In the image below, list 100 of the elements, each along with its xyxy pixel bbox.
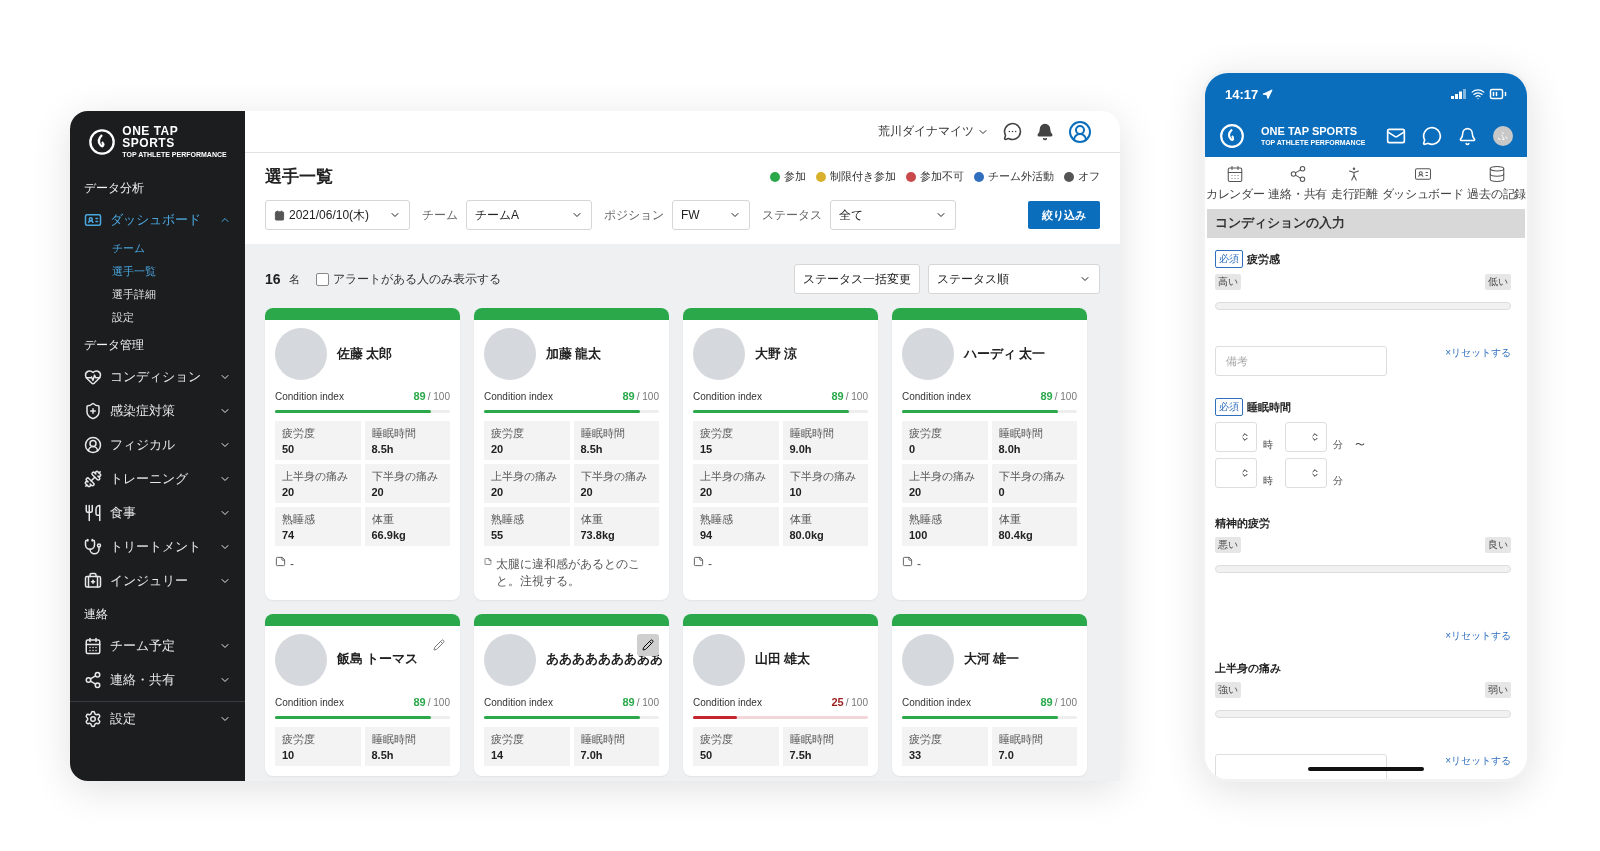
sort-select[interactable]: ステータス順 <box>928 264 1100 294</box>
player-card[interactable]: 飯島 トーマス Condition index 89 / 100 疲労度 10 睡眠時間 8.5h <box>265 613 460 776</box>
sidebar-item[interactable]: 連絡・共有 <box>70 663 245 697</box>
stat-value: 10 <box>282 748 296 761</box>
stat-value: 14 <box>491 748 505 761</box>
nav-tab[interactable]: 過去の記録 <box>1467 165 1526 203</box>
player-name: 大野 涼 <box>755 345 798 363</box>
logo-icon <box>88 127 117 156</box>
id-card-icon <box>84 211 102 229</box>
bell-icon[interactable] <box>1458 126 1477 146</box>
stat-label: 睡眠時間 <box>371 731 417 747</box>
condition-score: 89 <box>831 390 844 402</box>
sidebar-item[interactable]: トレーニング <box>70 462 245 496</box>
reset-link[interactable]: ×リセットする <box>1445 346 1511 360</box>
photo-placeholder <box>484 328 536 380</box>
player-name: ハーディ 太一 <box>964 345 1046 363</box>
mail-icon[interactable] <box>1386 126 1406 146</box>
stat-value: 0 <box>998 486 1006 498</box>
stat-value: 100 <box>909 529 929 541</box>
sidebar-item[interactable]: ダッシュボード <box>70 203 245 237</box>
nav-tab[interactable]: ダッシュボード <box>1381 165 1464 203</box>
sidebar-item[interactable]: 食事 <box>70 496 245 530</box>
player-card[interactable]: 加藤 龍太 Condition index 89 / 100 疲労度 20 睡眠時間 8.5h 上半身の痛み 20 下半身の痛み 20 熟睡感 55 体重 73.8kg 太腿に違和感があるとのこと。注視する。 <box>474 308 669 600</box>
filter-select[interactable]: FW <box>672 200 750 230</box>
checkbox[interactable] <box>315 272 329 286</box>
sidebar-item[interactable]: 設定 <box>70 702 245 736</box>
share-icon <box>84 671 102 689</box>
condition-label: Condition index <box>902 391 971 402</box>
user-avatar-icon[interactable] <box>1068 119 1092 144</box>
edit-button[interactable] <box>637 633 659 656</box>
sidebar-subitem[interactable]: 選手一覧 <box>70 260 245 283</box>
stat-value: 94 <box>700 529 714 541</box>
stat-value: 15 <box>700 443 714 455</box>
condition-score: 89 <box>413 390 426 402</box>
stat-label: 熟睡感 <box>700 512 734 527</box>
sidebar-item[interactable]: トリートメント <box>70 530 245 564</box>
note-field[interactable] <box>1215 754 1387 779</box>
alert-filter-checkbox[interactable]: アラートがある人のみ表示する <box>315 271 501 287</box>
sidebar-subitem[interactable]: 選手詳細 <box>70 283 245 306</box>
photo-placeholder <box>693 328 745 380</box>
legend-label: オフ <box>1078 169 1100 184</box>
unit-label: 時 <box>1263 474 1273 488</box>
stat-label: 下半身の痛み <box>580 469 648 484</box>
pencil-icon <box>642 638 654 651</box>
sidebar-item[interactable]: チーム予定 <box>70 629 245 663</box>
stat-label: 熟睡感 <box>282 512 316 527</box>
sidebar-item[interactable]: 感染症対策 <box>70 394 245 428</box>
photo-placeholder <box>275 328 327 380</box>
stat-label: 疲労度 <box>700 731 734 747</box>
stat-label: 体重 <box>371 512 395 527</box>
reset-link[interactable]: ×リセットする <box>1445 629 1511 643</box>
filter-label: ポジション <box>604 206 664 224</box>
stat-label: 疲労度 <box>491 731 525 747</box>
filter-select[interactable]: 全て <box>830 200 956 230</box>
player-card[interactable]: 大河 雄一 Condition index 89 / 100 疲労度 33 睡眠時間 7.0 <box>892 613 1087 776</box>
sidebar-subitem[interactable]: 設定 <box>70 306 245 329</box>
filter-select[interactable]: チームA <box>466 200 592 230</box>
stat-value: 10 <box>789 486 803 498</box>
stat-value: 9.0h <box>789 443 813 455</box>
filter-button[interactable]: 絞り込み <box>1028 201 1100 229</box>
chat-icon[interactable] <box>1003 122 1022 141</box>
condition-label: Condition index <box>693 696 762 708</box>
reset-link[interactable]: ×リセットする <box>1445 754 1511 768</box>
nav-tab[interactable]: 連絡・共有 <box>1268 165 1327 203</box>
sidebar-item[interactable]: フィジカル <box>70 428 245 462</box>
photo-placeholder <box>902 328 954 380</box>
stat-label: 上半身の痛み <box>909 469 976 484</box>
stat-label: 体重 <box>789 512 813 527</box>
slider-track[interactable] <box>1215 302 1511 310</box>
stat-label: 下半身の痛み <box>998 469 1066 484</box>
condition-score: 25 <box>831 695 844 708</box>
team-selector[interactable]: 荒川ダイナマイツ <box>878 124 989 139</box>
field-label: 睡眠時間 <box>1247 399 1291 415</box>
stat-label: 熟睡感 <box>491 512 525 527</box>
stat-value: 20 <box>491 486 505 498</box>
bell-icon[interactable] <box>1036 122 1054 141</box>
slider-track[interactable] <box>1215 710 1511 718</box>
slider-track[interactable] <box>1215 565 1511 573</box>
unit-label: 分 <box>1333 474 1343 488</box>
stat-label: 睡眠時間 <box>580 731 626 747</box>
sidebar-item[interactable]: コンディション <box>70 360 245 394</box>
condition-label: Condition index <box>484 696 553 708</box>
stat-value: 33 <box>909 748 923 761</box>
sidebar-item[interactable]: インジュリー <box>70 564 245 598</box>
date-select[interactable]: 2021/06/10(木) <box>265 200 410 230</box>
player-card[interactable]: ハーディ 太一 Condition index 89 / 100 疲労度 0 睡眠時間 8.0h 上半身の痛み 20 下半身の痛み 0 熟睡感 100 体重 80.4kg - <box>892 308 1087 600</box>
stat-value: 0 <box>909 443 917 455</box>
condition-max: / 100 <box>636 696 659 708</box>
nav-tab[interactable]: 走行距離 <box>1330 165 1378 203</box>
condition-max: / 100 <box>1054 696 1077 708</box>
note-field[interactable]: 備考 <box>1215 346 1387 376</box>
sidebar-subitem[interactable]: チーム <box>70 237 245 260</box>
nav-tab[interactable]: カレンダー <box>1206 165 1265 203</box>
player-card[interactable]: 大野 涼 Condition index 89 / 100 疲労度 15 睡眠時間 9.0h 上半身の痛み 20 下半身の痛み 10 熟睡感 94 体重 80.0kg - <box>683 308 878 600</box>
stat-value: 20 <box>282 486 296 498</box>
player-card[interactable]: 佐藤 太郎 Condition index 89 / 100 疲労度 50 睡眠時間 8.5h 上半身の痛み 20 下半身の痛み 20 熟睡感 74 体重 66.9kg - <box>265 308 460 600</box>
player-card[interactable]: 山田 雄太 Condition index 25 / 100 疲労度 50 睡眠時間 7.5h <box>683 613 878 776</box>
bulk-status-button[interactable]: ステータス一括変更 <box>794 264 920 294</box>
filter-label: チーム <box>422 206 458 224</box>
scale-label: 弱い <box>1485 682 1511 698</box>
